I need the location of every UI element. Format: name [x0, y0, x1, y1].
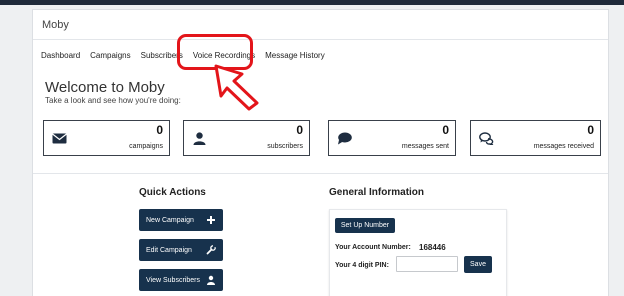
wrench-icon: [206, 245, 216, 255]
top-bar: [0, 0, 624, 5]
main-panel: Moby Dashboard Campaigns Subscribers Voi…: [32, 9, 609, 296]
button-label: View Subscribers: [146, 276, 200, 284]
view-subscribers-button[interactable]: View Subscribers: [139, 269, 223, 291]
account-number-label: Your Account Number:: [335, 244, 411, 251]
edit-campaign-button[interactable]: Edit Campaign: [139, 239, 223, 261]
stat-card-subscribers: 0 subscribers: [183, 120, 310, 156]
page-subtitle: Take a look and see how you're doing:: [45, 96, 181, 105]
pointer-arrow-icon: [214, 64, 259, 111]
chat-bubbles-icon: [479, 132, 494, 145]
stat-value: 0: [156, 123, 163, 137]
quick-actions-title: Quick Actions: [139, 187, 206, 198]
stat-label: campaigns: [129, 143, 163, 150]
envelope-icon: [52, 133, 67, 144]
header-divider: [33, 39, 608, 40]
user-icon: [193, 132, 206, 145]
pin-input[interactable]: [396, 256, 458, 272]
nav-message-history[interactable]: Message History: [265, 51, 325, 60]
nav-dashboard[interactable]: Dashboard: [41, 51, 80, 60]
stat-value: 0: [442, 123, 449, 137]
pin-label: Your 4 digit PIN:: [335, 262, 389, 269]
button-label: New Campaign: [146, 216, 194, 224]
stat-label: messages sent: [401, 143, 449, 150]
page-title: Welcome to Moby: [45, 79, 165, 96]
stat-value: 0: [587, 123, 594, 137]
section-divider: [33, 173, 608, 174]
button-label: Edit Campaign: [146, 246, 192, 254]
speech-bubble-icon: [338, 132, 352, 145]
user-icon: [207, 275, 215, 285]
save-button[interactable]: Save: [464, 256, 492, 273]
account-number-value: 168446: [419, 243, 446, 252]
stat-value: 0: [296, 123, 303, 137]
stat-card-messages-received: 0 messages received: [470, 120, 601, 156]
general-info-card: Set Up Number Your Account Number: 16844…: [329, 209, 507, 296]
new-campaign-button[interactable]: New Campaign: [139, 209, 223, 231]
plus-icon: [207, 216, 215, 224]
app-title: Moby: [42, 19, 69, 31]
stat-card-messages-sent: 0 messages sent: [328, 120, 456, 156]
set-up-number-button[interactable]: Set Up Number: [335, 218, 395, 233]
stat-card-campaigns: 0 campaigns: [43, 120, 170, 156]
stat-label: messages received: [533, 143, 594, 150]
stat-label: subscribers: [267, 143, 303, 150]
general-info-title: General Information: [329, 187, 425, 198]
nav-campaigns[interactable]: Campaigns: [90, 51, 130, 60]
